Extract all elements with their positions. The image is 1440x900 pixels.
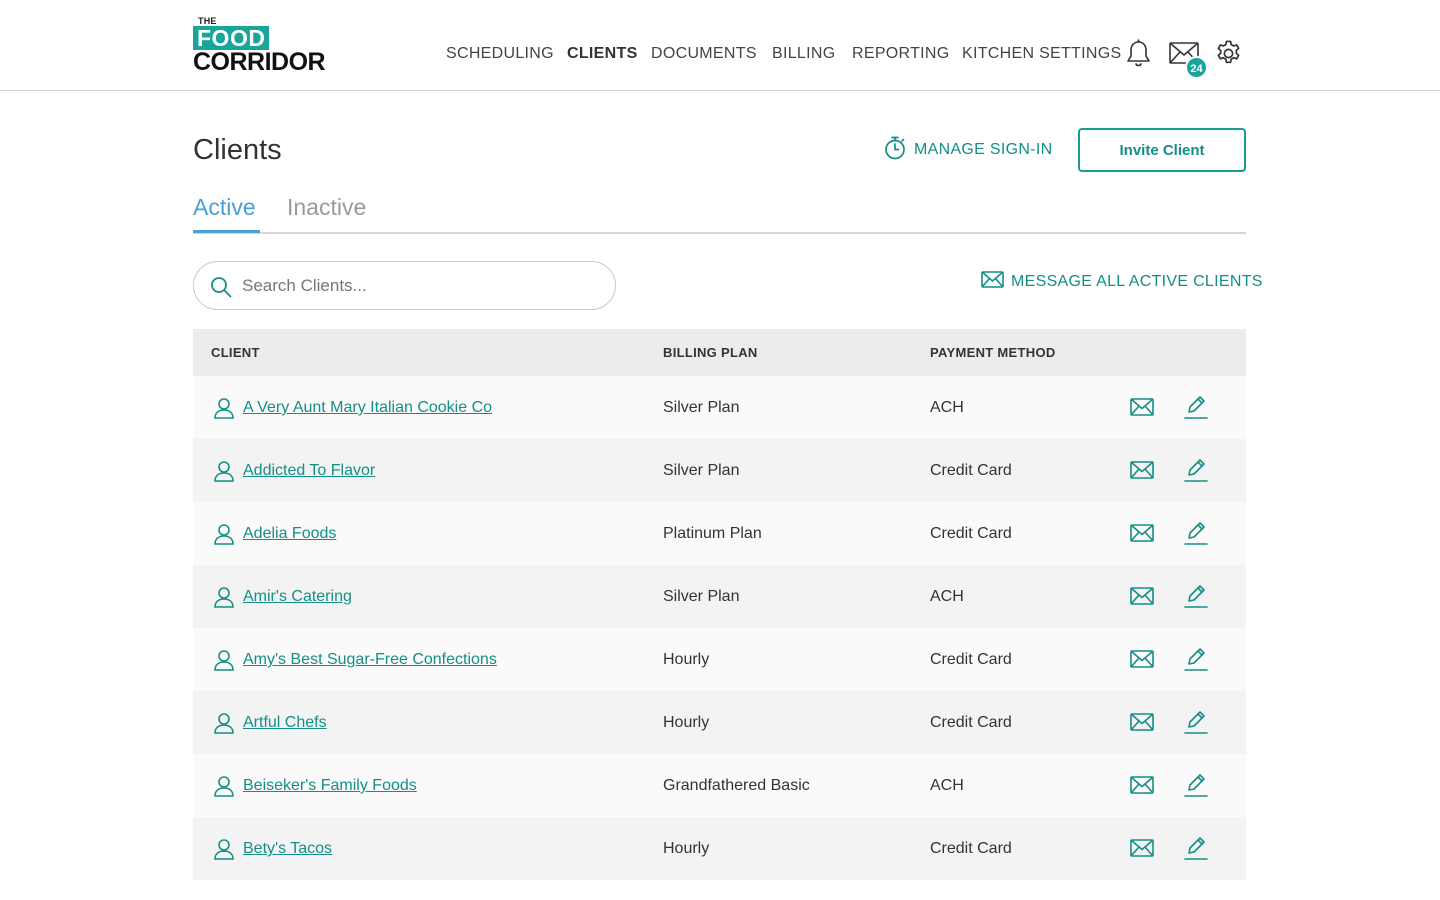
client-name-link[interactable]: Amy's Best Sugar-Free Confections bbox=[243, 628, 497, 691]
message-all-active-clients-link[interactable]: MESSAGE ALL ACTIVE CLIENTS bbox=[981, 271, 1263, 293]
message-count-badge: 24 bbox=[1185, 56, 1208, 79]
billing-plan-cell: Silver Plan bbox=[663, 399, 740, 416]
client-cell: Bety's Tacos bbox=[213, 817, 332, 880]
nav-item-clients[interactable]: CLIENTS bbox=[567, 44, 638, 64]
edit-client-pencil-icon[interactable] bbox=[1184, 520, 1208, 551]
table-row: Bety's Tacos Hourly Credit Card bbox=[193, 817, 1246, 880]
message-all-label: MESSAGE ALL ACTIVE CLIENTS bbox=[1011, 273, 1263, 290]
billing-plan-cell: Grandfathered Basic bbox=[663, 777, 810, 794]
logo-corridor-text: CORRIDOR bbox=[193, 48, 326, 76]
billing-plan-cell: Platinum Plan bbox=[663, 525, 762, 542]
search-box bbox=[193, 261, 616, 310]
table-row: Amy's Best Sugar-Free Confections Hourly C… bbox=[193, 628, 1246, 691]
table-row: Beiseker's Family Foods Grandfathered Bas… bbox=[193, 754, 1246, 817]
tab-inactive[interactable]: Inactive bbox=[287, 192, 366, 222]
billing-plan-cell: Silver Plan bbox=[663, 462, 740, 479]
person-icon bbox=[213, 523, 235, 545]
client-status-tabs: Active Inactive bbox=[193, 190, 1246, 234]
client-cell: A Very Aunt Mary Italian Cookie Co bbox=[213, 376, 492, 439]
client-cell: Artful Chefs bbox=[213, 691, 327, 754]
payment-method-cell: Credit Card bbox=[930, 651, 1012, 668]
search-input[interactable] bbox=[242, 272, 602, 300]
client-name-link[interactable]: Amir's Catering bbox=[243, 565, 352, 628]
billing-plan-cell: Hourly bbox=[663, 840, 710, 857]
column-header-billing-plan: BILLING PLAN bbox=[663, 345, 758, 360]
nav-item-reporting[interactable]: REPORTING bbox=[852, 44, 950, 64]
table-row: Adelia Foods Platinum Plan Credit Card bbox=[193, 502, 1246, 565]
client-cell: Amy's Best Sugar-Free Confections bbox=[213, 628, 497, 691]
payment-method-cell: ACH bbox=[930, 588, 964, 605]
billing-plan-cell: Hourly bbox=[663, 714, 710, 731]
payment-method-cell: ACH bbox=[930, 399, 964, 416]
person-icon bbox=[213, 586, 235, 608]
client-name-link[interactable]: Artful Chefs bbox=[243, 691, 327, 754]
search-icon bbox=[210, 276, 232, 303]
column-header-payment-method: PAYMENT METHOD bbox=[930, 345, 1056, 360]
client-cell: Addicted To Flavor bbox=[213, 439, 375, 502]
edit-client-pencil-icon[interactable] bbox=[1184, 646, 1208, 677]
client-name-link[interactable]: Addicted To Flavor bbox=[243, 439, 375, 502]
page-title: Clients bbox=[193, 134, 282, 166]
nav-item-scheduling[interactable]: SCHEDULING bbox=[446, 44, 554, 64]
tab-active[interactable]: Active bbox=[193, 192, 256, 222]
food-corridor-logo[interactable]: THE FOOD CORRIDOR bbox=[193, 16, 333, 76]
edit-client-pencil-icon[interactable] bbox=[1184, 772, 1208, 803]
table-row: Artful Chefs Hourly Credit Card bbox=[193, 691, 1246, 754]
client-cell: Amir's Catering bbox=[213, 565, 352, 628]
payment-method-cell: Credit Card bbox=[930, 840, 1012, 857]
person-icon bbox=[213, 460, 235, 482]
edit-client-pencil-icon[interactable] bbox=[1184, 835, 1208, 866]
bell-icon[interactable] bbox=[1125, 39, 1152, 74]
message-client-envelope-icon[interactable] bbox=[1130, 524, 1154, 547]
client-name-link[interactable]: Adelia Foods bbox=[243, 502, 336, 565]
logo-food-text: FOOD bbox=[193, 26, 270, 50]
billing-plan-cell: Hourly bbox=[663, 651, 710, 668]
client-name-link[interactable]: Bety's Tacos bbox=[243, 817, 332, 880]
client-cell: Beiseker's Family Foods bbox=[213, 754, 417, 817]
invite-client-button[interactable]: Invite Client bbox=[1078, 128, 1246, 172]
client-name-link[interactable]: A Very Aunt Mary Italian Cookie Co bbox=[243, 376, 492, 439]
client-name-link[interactable]: Beiseker's Family Foods bbox=[243, 754, 417, 817]
table-row: Addicted To Flavor Silver Plan Credit Card bbox=[193, 439, 1246, 502]
table-row: Amir's Catering Silver Plan ACH bbox=[193, 565, 1246, 628]
nav-item-billing[interactable]: BILLING bbox=[772, 44, 835, 64]
message-client-envelope-icon[interactable] bbox=[1130, 776, 1154, 799]
payment-method-cell: ACH bbox=[930, 777, 964, 794]
person-icon bbox=[213, 775, 235, 797]
message-client-envelope-icon[interactable] bbox=[1130, 461, 1154, 484]
message-client-envelope-icon[interactable] bbox=[1130, 587, 1154, 610]
person-icon bbox=[213, 649, 235, 671]
message-client-envelope-icon[interactable] bbox=[1130, 713, 1154, 736]
clients-table: CLIENT BILLING PLAN PAYMENT METHOD A Ver… bbox=[193, 329, 1246, 880]
person-icon bbox=[213, 397, 235, 419]
active-tab-indicator bbox=[193, 230, 260, 233]
client-cell: Adelia Foods bbox=[213, 502, 336, 565]
message-client-envelope-icon[interactable] bbox=[1130, 839, 1154, 862]
stopwatch-icon bbox=[884, 136, 906, 165]
gear-icon[interactable] bbox=[1214, 39, 1243, 73]
envelope-icon bbox=[981, 271, 1004, 293]
column-header-client: CLIENT bbox=[211, 345, 260, 360]
manage-signin-label: MANAGE SIGN-IN bbox=[914, 141, 1053, 158]
person-icon bbox=[213, 838, 235, 860]
payment-method-cell: Credit Card bbox=[930, 714, 1012, 731]
manage-signin-link[interactable]: MANAGE SIGN-IN bbox=[884, 136, 1053, 165]
edit-client-pencil-icon[interactable] bbox=[1184, 457, 1208, 488]
table-body: A Very Aunt Mary Italian Cookie Co Silver… bbox=[193, 376, 1246, 880]
edit-client-pencil-icon[interactable] bbox=[1184, 583, 1208, 614]
top-navigation-bar: THE FOOD CORRIDOR SCHEDULING CLIENTS DOC… bbox=[0, 0, 1440, 91]
table-header: CLIENT BILLING PLAN PAYMENT METHOD bbox=[193, 329, 1246, 376]
edit-client-pencil-icon[interactable] bbox=[1184, 709, 1208, 740]
edit-client-pencil-icon[interactable] bbox=[1184, 394, 1208, 425]
message-client-envelope-icon[interactable] bbox=[1130, 398, 1154, 421]
nav-item-kitchen-settings[interactable]: KITCHEN SETTINGS bbox=[962, 44, 1121, 64]
payment-method-cell: Credit Card bbox=[930, 462, 1012, 479]
payment-method-cell: Credit Card bbox=[930, 525, 1012, 542]
table-row: A Very Aunt Mary Italian Cookie Co Silver… bbox=[193, 376, 1246, 439]
message-client-envelope-icon[interactable] bbox=[1130, 650, 1154, 673]
billing-plan-cell: Silver Plan bbox=[663, 588, 740, 605]
nav-item-documents[interactable]: DOCUMENTS bbox=[651, 44, 757, 64]
person-icon bbox=[213, 712, 235, 734]
